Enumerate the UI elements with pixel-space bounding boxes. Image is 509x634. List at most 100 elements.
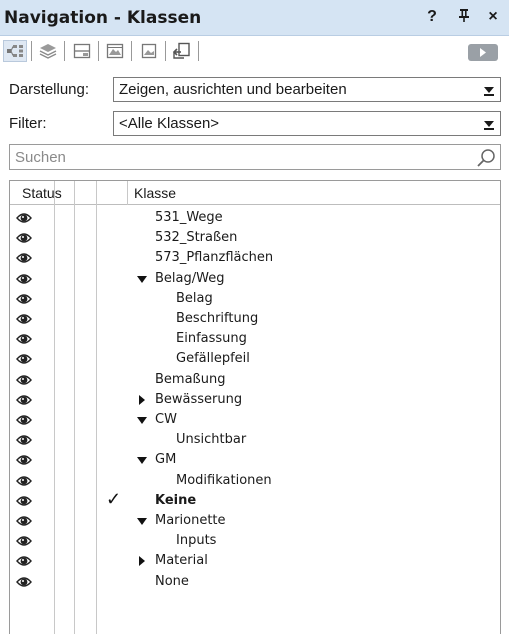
triangle-down-icon[interactable] [136, 453, 148, 469]
table-row[interactable]: Einfassung [10, 329, 500, 349]
display-dropdown[interactable]: Zeigen, ausrichten und bearbeiten [113, 77, 501, 102]
layers-view-tool[interactable] [36, 40, 60, 62]
table-row[interactable]: Belag/Weg [10, 269, 500, 289]
table-row[interactable]: Marionette [10, 511, 500, 531]
eye-icon[interactable] [16, 352, 32, 369]
classes-view-tool[interactable] [3, 40, 27, 62]
active-class-checkmark: ✓ [106, 488, 122, 509]
eye-icon[interactable] [16, 393, 32, 410]
toolbar-separator [98, 41, 99, 61]
class-label: CW [155, 412, 177, 427]
play-button[interactable] [468, 44, 498, 61]
eye-icon[interactable] [16, 433, 32, 450]
class-label: Belag/Weg [155, 270, 225, 286]
eye-icon[interactable] [16, 211, 32, 228]
eye-icon[interactable] [16, 251, 32, 268]
classes-table: Status Klasse 531_Wege 532_Straßen 573_Pfl… [9, 180, 501, 634]
triangle-down-icon[interactable] [136, 272, 148, 288]
table-header: Status Klasse [10, 181, 500, 205]
table-row[interactable]: Gefällepfeil [10, 349, 500, 369]
viewports-view-tool[interactable] [103, 40, 127, 62]
toolbar-separator [131, 41, 132, 61]
panel-titlebar: Navigation - Klassen ? × [0, 0, 509, 36]
table-row[interactable]: 532_Straßen [10, 228, 500, 248]
help-button[interactable]: ? [423, 8, 441, 26]
table-row[interactable]: 573_Pflanzflächen [10, 248, 500, 268]
table-row[interactable]: Belag [10, 289, 500, 309]
class-label: Modifikationen [176, 472, 272, 488]
pin-icon [459, 9, 469, 22]
table-row[interactable]: CW [10, 410, 500, 430]
layers-icon [39, 44, 57, 59]
eye-icon[interactable] [16, 231, 32, 248]
search-icon[interactable] [476, 148, 496, 171]
filter-value: <Alle Klassen> [119, 115, 220, 132]
class-label: Gefällepfeil [176, 351, 250, 367]
class-label: Marionette [155, 513, 226, 528]
table-row[interactable]: Bemaßung [10, 370, 500, 390]
triangle-down-icon[interactable] [136, 413, 148, 429]
toolbar-separator [31, 41, 32, 61]
column-header-status[interactable]: Status [22, 185, 62, 201]
search-box [9, 144, 501, 170]
eye-icon[interactable] [16, 534, 32, 551]
play-icon [480, 48, 486, 57]
eye-icon[interactable] [16, 312, 32, 329]
eye-icon[interactable] [16, 332, 32, 349]
class-label: None [155, 573, 189, 589]
triangle-right-icon[interactable] [137, 393, 147, 409]
class-label: Bewässerung [155, 391, 243, 407]
sheet-layers-view-tool[interactable] [70, 40, 94, 62]
table-row[interactable]: 531_Wege [10, 208, 500, 228]
column-divider [127, 181, 128, 205]
eye-icon[interactable] [16, 474, 32, 491]
saved-view-icon [141, 43, 157, 59]
toolbar-separator [198, 41, 199, 61]
table-row[interactable]: Modifikationen [10, 471, 500, 491]
reference-icon [172, 42, 190, 59]
table-row[interactable]: ✓ Keine [10, 488, 500, 511]
classes-tree-icon [7, 45, 23, 57]
class-label: Einfassung [176, 331, 247, 347]
references-view-tool[interactable] [170, 40, 194, 62]
class-label: Material [155, 553, 208, 569]
pin-button[interactable] [455, 8, 473, 27]
eye-icon[interactable] [16, 373, 32, 390]
toolbar-separator [64, 41, 65, 61]
class-label: 573_Pflanzflächen [155, 250, 274, 266]
class-label: Unsichtbar [176, 432, 247, 448]
viewport-icon [106, 43, 124, 59]
filter-dropdown[interactable]: <Alle Klassen> [113, 111, 501, 136]
class-label: Bemaßung [155, 371, 226, 387]
eye-icon[interactable] [16, 413, 32, 430]
table-row[interactable]: Inputs [10, 531, 500, 551]
class-label: Beschriftung [176, 311, 259, 326]
eye-icon[interactable] [16, 453, 32, 470]
class-label: GM [155, 452, 177, 468]
view-toolbar [0, 36, 509, 66]
search-input[interactable] [15, 147, 455, 167]
eye-icon[interactable] [16, 292, 32, 309]
table-row[interactable]: Material [10, 551, 500, 571]
table-row[interactable]: None [10, 572, 500, 592]
table-row[interactable]: GM [10, 450, 500, 470]
table-row[interactable]: Bewässerung [10, 390, 500, 410]
close-button[interactable]: × [484, 8, 502, 26]
class-label: 532_Straßen [155, 230, 238, 246]
eye-icon[interactable] [16, 575, 32, 592]
table-row[interactable]: Beschriftung [10, 309, 500, 329]
class-label: 531_Wege [155, 210, 223, 225]
class-label: Belag [176, 290, 213, 306]
table-row[interactable]: Unsichtbar [10, 430, 500, 450]
eye-icon[interactable] [16, 494, 32, 511]
triangle-down-icon[interactable] [136, 514, 148, 530]
eye-icon[interactable] [16, 272, 32, 289]
triangle-right-icon[interactable] [137, 554, 147, 570]
panel-title: Navigation - Klassen [4, 8, 202, 28]
eye-icon[interactable] [16, 514, 32, 531]
saved-views-view-tool[interactable] [137, 40, 161, 62]
eye-icon[interactable] [16, 554, 32, 571]
display-value: Zeigen, ausrichten und bearbeiten [119, 81, 347, 98]
column-header-class[interactable]: Klasse [134, 185, 176, 201]
class-label: Keine [155, 492, 197, 508]
